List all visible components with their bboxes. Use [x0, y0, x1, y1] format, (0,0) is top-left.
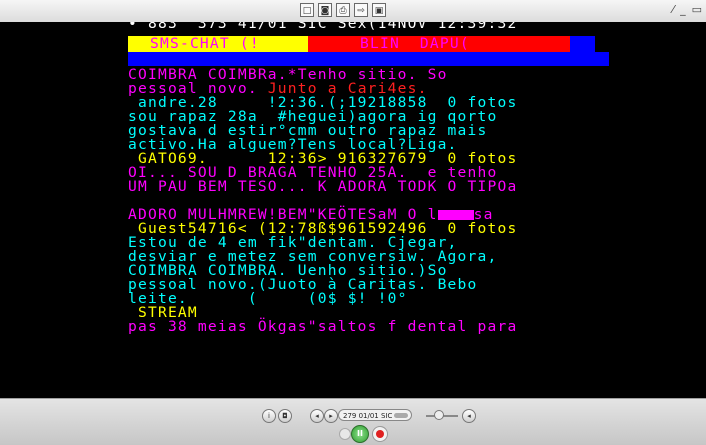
channel-display[interactable]: 279 01/01 SIC — [338, 409, 412, 421]
player-control-bar: i ◘ ◂ ▸ 279 01/01 SIC ◂ II — [0, 398, 706, 445]
channel-toggle[interactable] — [394, 413, 408, 418]
teletext-line: leite. ( (0$ $! !0° — [128, 291, 688, 306]
record-button[interactable] — [372, 426, 388, 442]
blue-band — [128, 52, 609, 66]
banner-red-text: BLIN DAPU( — [360, 35, 470, 52]
maximize-icon[interactable]: ▭ — [692, 3, 702, 16]
teletext-display: • 883 373 41/01 SIC Sex(14NOV 12:39:32 S… — [0, 22, 706, 398]
stop-button[interactable] — [339, 428, 351, 440]
teletext-line: UM PAU BEM TESO... K ADORA TODK O TIPOa — [128, 178, 688, 195]
volume-icon[interactable]: ◂ — [462, 409, 476, 423]
fullscreen-icon[interactable]: ▣ — [372, 3, 386, 17]
window-icon[interactable]: □ — [300, 3, 314, 17]
teletext-status-line: • 883 373 41/01 SIC Sex(14NOV 12:39:32 — [128, 22, 518, 32]
window-toolbar: □ ◙ ⎙ ⇨ ▣ ⁄ _ ▭ — [0, 0, 706, 23]
teletext-icon[interactable]: ⎙ — [336, 3, 350, 17]
teletext-line-text: pas 38 meias Ökgas"saltos f dental para — [128, 318, 518, 335]
channel-prev-icon[interactable]: ◂ — [310, 409, 324, 423]
pause-button[interactable]: II — [351, 425, 369, 443]
record-icon[interactable]: ⇨ — [354, 3, 368, 17]
snapshot-icon[interactable]: ◘ — [278, 409, 292, 423]
banner-yellow-text: SMS-CHAT (! — [150, 35, 260, 52]
banner-blue — [570, 36, 595, 52]
settings-icon[interactable]: ⁄ — [672, 3, 674, 16]
teletext-block-graphic — [437, 210, 474, 220]
toolbar-icon-group: □ ◙ ⎙ ⇨ ▣ — [300, 3, 386, 17]
teletext-line-text: UM PAU BEM TESO... K ADORA TODK O TIPOa — [128, 178, 518, 195]
teletext-line: pas 38 meias Ökgas"saltos f dental para — [128, 318, 688, 335]
minimize-icon[interactable]: _ — [680, 3, 686, 16]
info-icon[interactable]: i — [262, 409, 276, 423]
channel-label: 279 01/01 SIC — [343, 412, 393, 420]
screenshot-icon[interactable]: ◙ — [318, 3, 332, 17]
volume-slider-knob[interactable] — [434, 410, 444, 420]
channel-next-icon[interactable]: ▸ — [324, 409, 338, 423]
window-controls: ⁄ _ ▭ — [672, 3, 702, 16]
